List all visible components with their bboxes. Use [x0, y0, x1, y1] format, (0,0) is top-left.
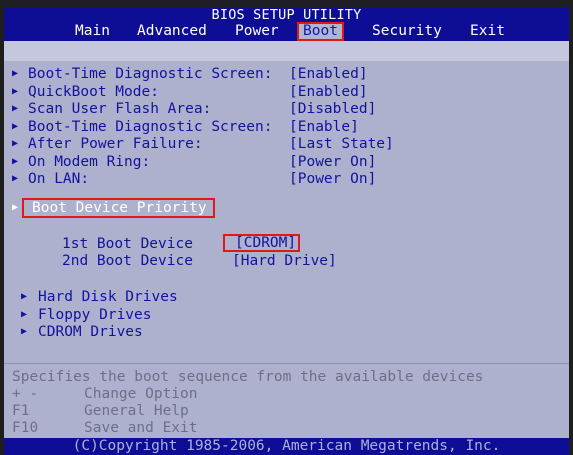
- setting-label: Boot-Time Diagnostic Screen:: [28, 66, 273, 82]
- boot-device-priority-label: Boot Device Priority: [22, 198, 215, 218]
- setting-label: Scan User Flash Area:: [28, 101, 212, 117]
- right-triangle-icon: ▶: [21, 326, 28, 337]
- help-action: Change Option: [84, 386, 198, 402]
- setting-value[interactable]: [Disabled]: [289, 100, 376, 118]
- setting-value[interactable]: [Last State]: [289, 135, 394, 153]
- header-bar: BIOS SETUP UTILITY Main Advanced Power B…: [4, 7, 569, 41]
- boot-device-label: 2nd Boot Device: [62, 253, 193, 269]
- help-key: F1: [12, 403, 30, 419]
- tab-exit[interactable]: Exit: [470, 23, 505, 40]
- tab-main[interactable]: Main: [75, 23, 110, 40]
- boot-device-row-2nd[interactable]: 2nd Boot Device [Hard Drive]: [4, 252, 569, 270]
- help-key: + -: [12, 386, 39, 402]
- setting-label: QuickBoot Mode:: [28, 83, 159, 100]
- right-triangle-icon: ▶: [21, 291, 28, 302]
- right-triangle-icon: ▶: [12, 155, 19, 167]
- right-triangle-icon: ▶: [12, 202, 19, 213]
- boot-device-value-selected[interactable]: [CDROM]: [223, 234, 301, 252]
- header-stripe: [4, 41, 569, 61]
- tab-security[interactable]: Security: [372, 23, 442, 40]
- setting-value[interactable]: [Enabled]: [289, 65, 368, 83]
- setting-label: Boot-Time Diagnostic Screen:: [28, 118, 273, 135]
- submenu-label: Hard Disk Drives: [38, 289, 178, 305]
- setting-value[interactable]: [Power On]: [289, 153, 376, 171]
- app-title: BIOS SETUP UTILITY: [211, 7, 362, 23]
- setting-value[interactable]: [Enabled]: [289, 83, 368, 101]
- tab-advanced[interactable]: Advanced: [137, 23, 207, 40]
- right-triangle-icon: ▶: [21, 308, 28, 320]
- right-triangle-icon: ▶: [12, 173, 19, 184]
- help-action: General Help: [84, 403, 189, 419]
- submenu-label: CDROM Drives: [38, 324, 143, 340]
- right-triangle-icon: ▶: [12, 103, 19, 114]
- tab-power[interactable]: Power: [235, 23, 279, 40]
- boot-device-value[interactable]: [Hard Drive]: [232, 252, 337, 270]
- bios-window: BIOS SETUP UTILITY Main Advanced Power B…: [4, 7, 569, 455]
- boot-device-row-1st[interactable]: 1st Boot Device [CDROM]: [4, 234, 569, 253]
- setting-value[interactable]: [Enable]: [289, 118, 359, 136]
- copyright-footer: (C)Copyright 1985-2006, American Megatre…: [4, 438, 569, 455]
- setting-label: On Modem Ring:: [28, 153, 151, 170]
- help-description: Specifies the boot sequence from the ava…: [12, 369, 484, 385]
- help-action: Save and Exit: [84, 420, 198, 436]
- setting-label: On LAN:: [28, 171, 90, 187]
- setting-label: After Power Failure:: [28, 136, 203, 152]
- boot-device-label: 1st Boot Device: [62, 236, 193, 252]
- setting-value[interactable]: [Power On]: [289, 170, 376, 188]
- right-triangle-icon: ▶: [12, 68, 19, 79]
- help-key: F10: [12, 420, 39, 436]
- right-triangle-icon: ▶: [12, 85, 19, 97]
- tab-boot[interactable]: Boot: [297, 22, 344, 41]
- submenu-label: Floppy Drives: [38, 306, 152, 323]
- right-triangle-icon: ▶: [12, 138, 19, 149]
- right-triangle-icon: ▶: [12, 120, 19, 132]
